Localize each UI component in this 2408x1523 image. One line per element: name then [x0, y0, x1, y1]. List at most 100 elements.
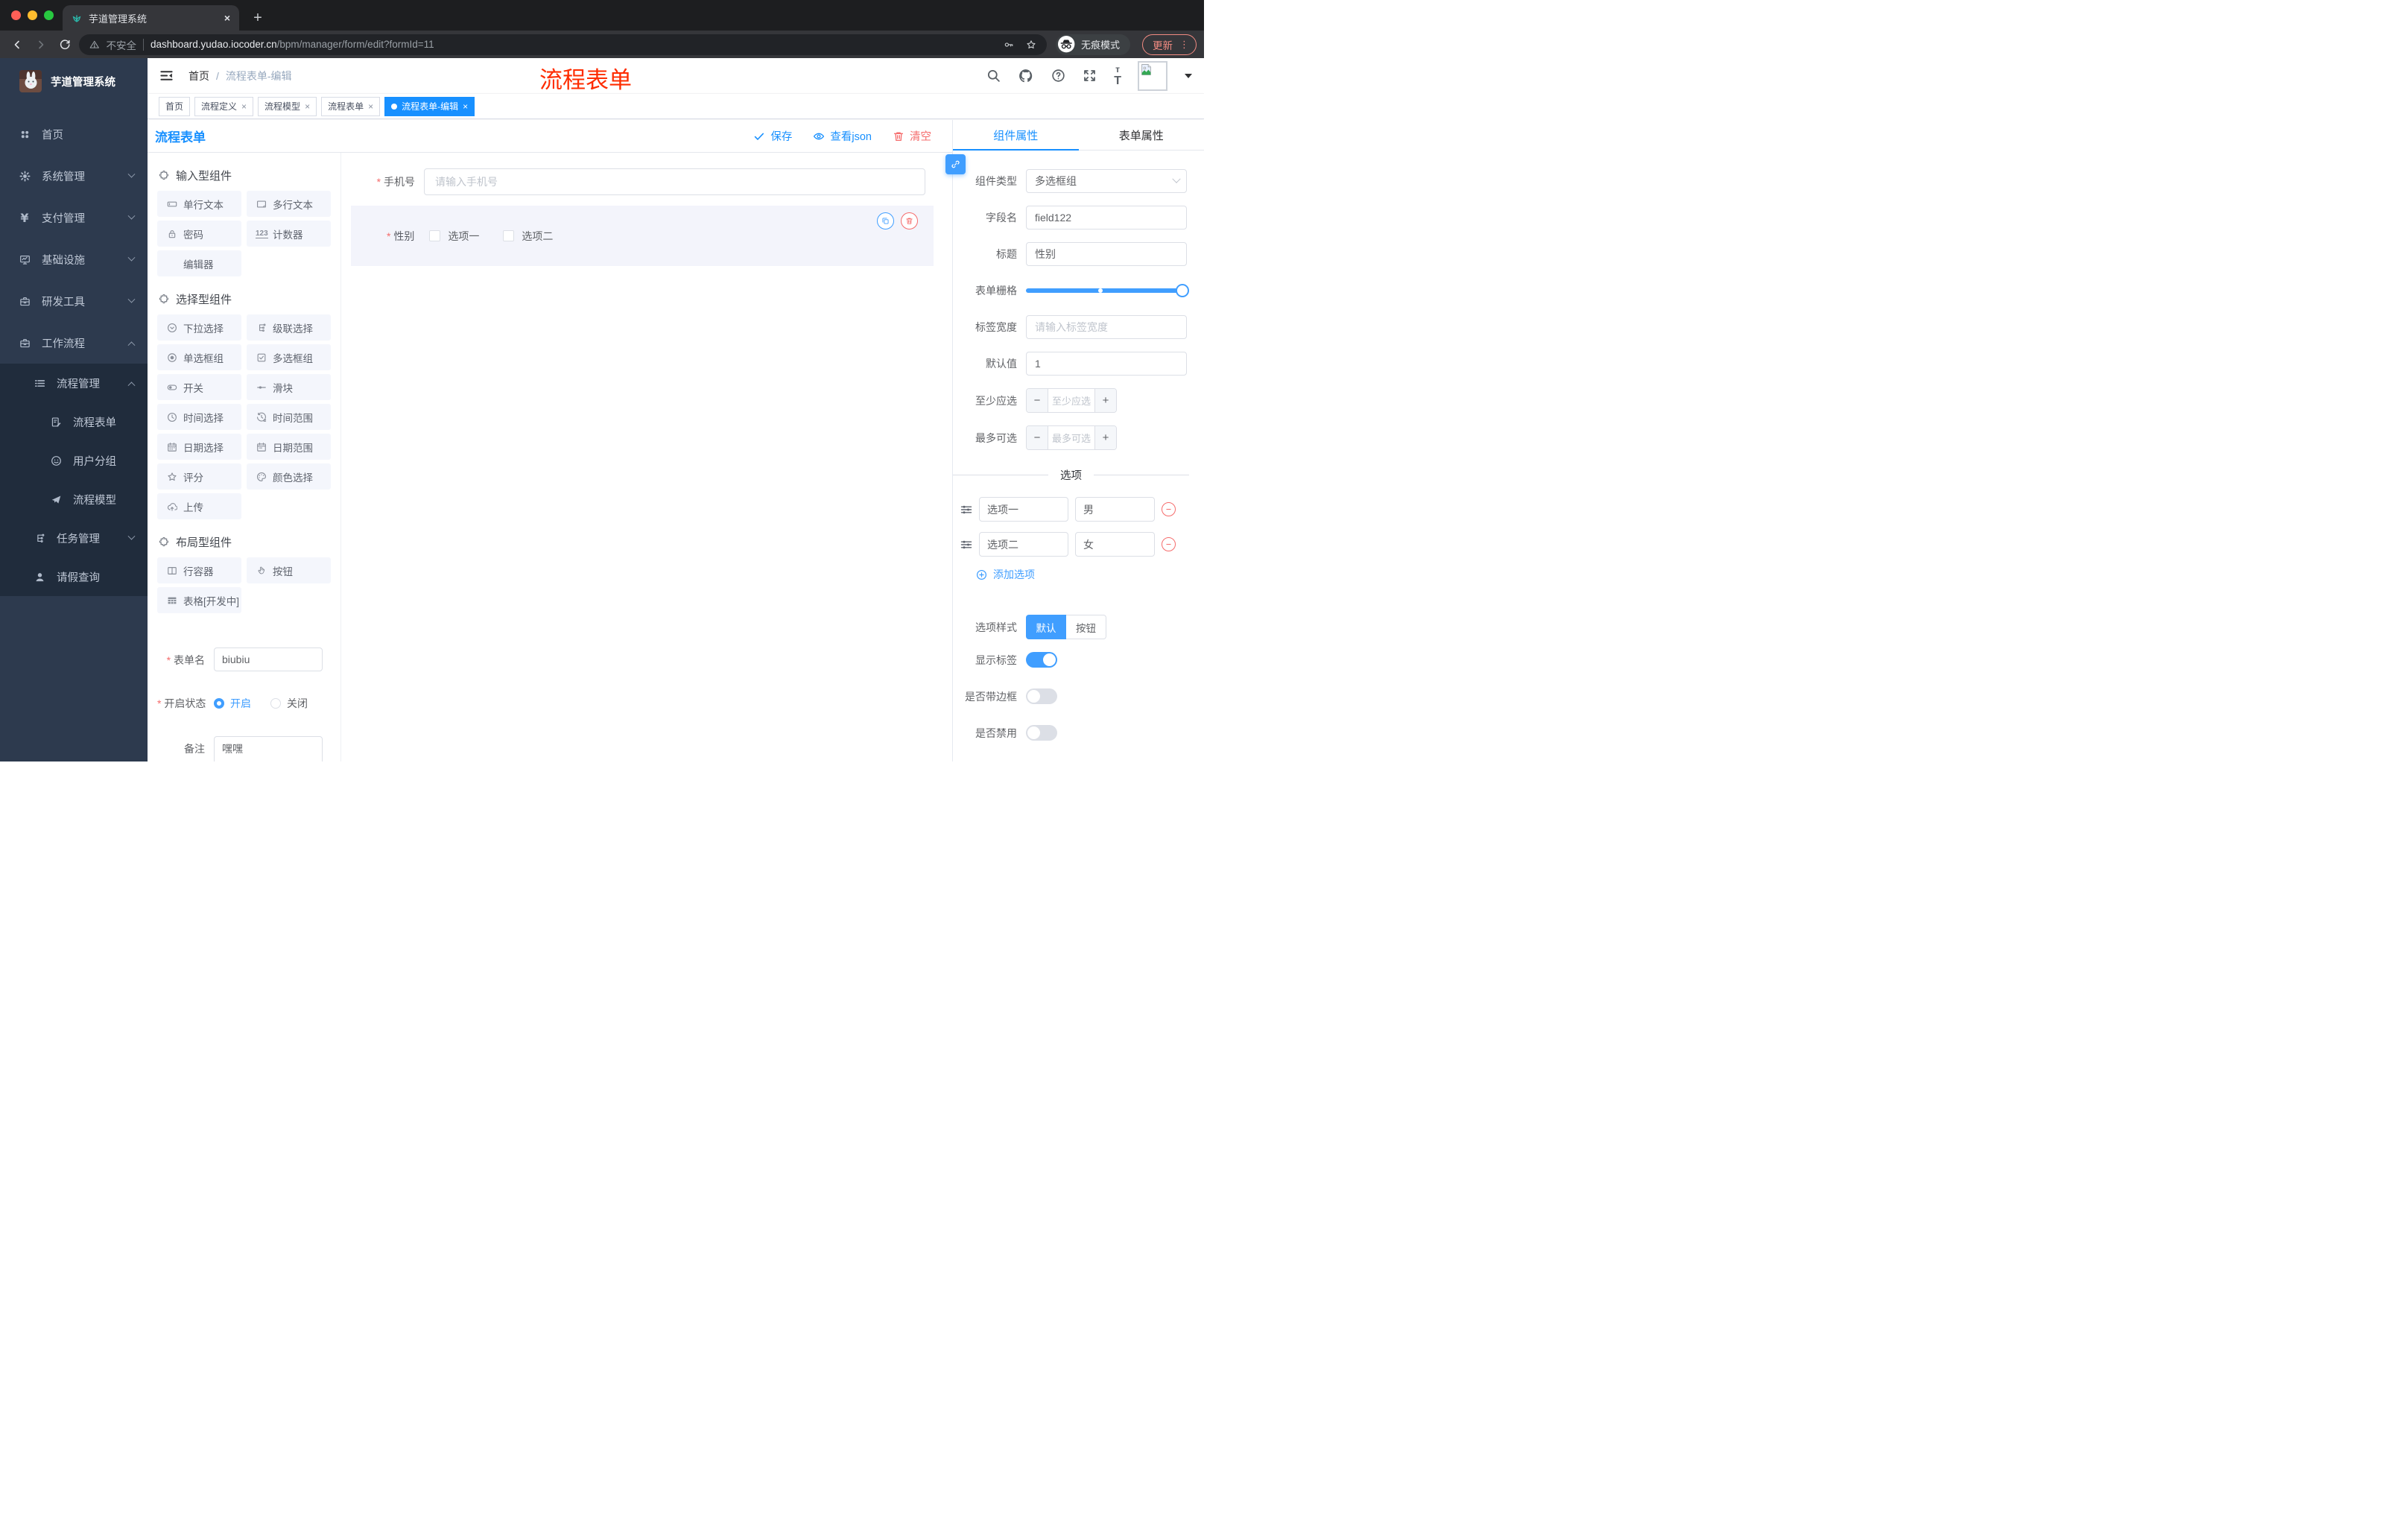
field-name-input[interactable]	[1026, 206, 1187, 229]
tab-close-icon[interactable]: ×	[241, 101, 247, 112]
status-on-label[interactable]: 开启	[230, 696, 251, 711]
phone-field-row[interactable]: 手机号	[352, 168, 925, 195]
sidebar-item-devtools[interactable]: 研发工具	[0, 280, 148, 322]
add-option-button[interactable]: 添加选项	[976, 567, 1189, 582]
window-controls[interactable]	[11, 10, 54, 20]
component-item[interactable]: 下拉选择	[157, 314, 241, 341]
title-input[interactable]	[1026, 242, 1187, 266]
component-item[interactable]: 多选框组	[247, 344, 331, 370]
option-style-default[interactable]: 默认	[1026, 615, 1066, 639]
component-item[interactable]: 密码	[157, 221, 241, 247]
delete-component-button[interactable]	[901, 212, 918, 229]
stepper-plus-button[interactable]: +	[1094, 426, 1116, 449]
link-badge[interactable]	[945, 154, 966, 174]
option-value-input[interactable]	[1075, 497, 1155, 522]
sidebar-item-process-form[interactable]: 流程表单	[0, 402, 148, 441]
drag-handle-icon[interactable]	[960, 504, 972, 516]
sidebar-item-process-model[interactable]: 流程模型	[0, 480, 148, 519]
sidebar-item-leave-query[interactable]: 请假查询	[0, 557, 148, 596]
sidebar-item-workflow[interactable]: 工作流程	[0, 322, 148, 364]
phone-input[interactable]	[424, 168, 925, 195]
slider-handle[interactable]	[1176, 284, 1189, 297]
tab-home[interactable]: 首页 ×	[159, 96, 191, 116]
default-value-input[interactable]	[1026, 352, 1187, 376]
component-item[interactable]: 编辑器	[157, 250, 241, 276]
help-icon[interactable]	[1051, 69, 1065, 83]
component-item[interactable]: 上传	[157, 493, 241, 519]
component-item[interactable]: 开关	[157, 374, 241, 400]
tab-process-def[interactable]: 流程定义 ×	[194, 96, 254, 116]
gender-checkbox-option[interactable]: 选项一	[429, 229, 479, 244]
component-item[interactable]: 滑块	[247, 374, 331, 400]
component-item[interactable]: 时间选择	[157, 404, 241, 430]
component-item[interactable]: 表格[开发中]	[157, 587, 241, 613]
component-item[interactable]: 单行文本	[157, 191, 241, 217]
component-item[interactable]: 单选框组	[157, 344, 241, 370]
bookmark-star-icon[interactable]	[1026, 39, 1036, 50]
back-icon[interactable]	[7, 35, 27, 54]
sidebar-item-infra[interactable]: 基础设施	[0, 238, 148, 280]
password-key-icon[interactable]	[1004, 39, 1014, 50]
component-item[interactable]: 日期选择	[157, 434, 241, 460]
remove-option-button[interactable]	[1162, 537, 1176, 551]
sidebar-logo[interactable]: 芋道管理系统	[0, 58, 148, 104]
component-item[interactable]: 123 计数器	[247, 221, 331, 247]
fullscreen-icon[interactable]	[1083, 69, 1097, 83]
label-width-input[interactable]	[1026, 315, 1187, 339]
tab-close-icon[interactable]: ×	[463, 101, 468, 112]
breadcrumb-home[interactable]: 首页	[188, 69, 209, 83]
tab-component-props[interactable]: 组件属性	[953, 120, 1079, 151]
stepper-minus-button[interactable]: −	[1027, 426, 1048, 449]
tab-close-icon[interactable]: ×	[368, 101, 373, 112]
sidebar-item-payment[interactable]: ¥ 支付管理	[0, 197, 148, 238]
close-window-button[interactable]	[11, 10, 21, 20]
minimize-window-button[interactable]	[28, 10, 37, 20]
component-item[interactable]: 行容器	[157, 557, 241, 583]
drag-handle-icon[interactable]	[960, 539, 972, 551]
sidebar-item-home[interactable]: 首页	[0, 113, 148, 155]
component-item[interactable]: 评分	[157, 463, 241, 490]
save-button[interactable]: 保存	[753, 128, 792, 144]
avatar-dropdown-caret-icon[interactable]	[1185, 73, 1192, 78]
radio-off-icon[interactable]	[270, 698, 281, 709]
checkbox-icon[interactable]	[429, 230, 441, 241]
stepper-minus-button[interactable]: −	[1027, 389, 1048, 412]
security-warning-icon[interactable]	[89, 39, 100, 50]
component-item[interactable]: 日期范围	[247, 434, 331, 460]
tab-form-props[interactable]: 表单属性	[1079, 120, 1205, 150]
switch-disabled[interactable]	[1026, 725, 1057, 741]
remark-textarea[interactable]: 嘿嘿	[214, 736, 323, 762]
maximize-window-button[interactable]	[44, 10, 54, 20]
option-label-input[interactable]	[979, 532, 1068, 557]
new-tab-button[interactable]: +	[247, 7, 268, 28]
gender-field-row-selected[interactable]: 性别 选项一 选项二	[351, 206, 934, 266]
hamburger-icon[interactable]	[148, 69, 186, 83]
sidebar-item-system[interactable]: 系统管理	[0, 155, 148, 197]
option-value-input[interactable]	[1075, 532, 1155, 557]
clear-button[interactable]: 清空	[893, 128, 931, 144]
switch-border[interactable]	[1026, 688, 1057, 704]
gender-checkbox-option[interactable]: 选项二	[503, 229, 553, 244]
sidebar-item-task-mgmt[interactable]: 任务管理	[0, 519, 148, 557]
tab-close-icon[interactable]: ×	[224, 12, 230, 24]
address-bar[interactable]: 不安全 dashboard.yudao.iocoder.cn/bpm/manag…	[79, 34, 1047, 55]
forward-icon[interactable]	[31, 35, 51, 54]
component-type-select[interactable]	[1026, 169, 1187, 193]
status-off-label[interactable]: 关闭	[287, 696, 308, 711]
form-grid-slider[interactable]	[1026, 279, 1189, 303]
option-style-button[interactable]: 按钮	[1066, 615, 1106, 639]
copy-component-button[interactable]	[877, 212, 894, 229]
remove-option-button[interactable]	[1162, 502, 1176, 516]
sidebar-item-process-mgmt[interactable]: 流程管理	[0, 364, 148, 402]
font-size-icon[interactable]: тT	[1114, 64, 1121, 88]
reload-icon[interactable]	[55, 35, 75, 54]
component-item[interactable]: 多行文本	[247, 191, 331, 217]
tab-process-model[interactable]: 流程模型 ×	[258, 96, 317, 116]
stepper-plus-button[interactable]: +	[1094, 389, 1116, 412]
tab-close-icon[interactable]: ×	[305, 101, 310, 112]
sidebar-item-user-group[interactable]: 用户分组	[0, 441, 148, 480]
tab-process-form[interactable]: 流程表单 ×	[321, 96, 381, 116]
browser-tab[interactable]: 芋道管理系统 ×	[63, 5, 239, 31]
avatar[interactable]	[1138, 60, 1167, 91]
search-icon[interactable]	[986, 69, 1001, 83]
